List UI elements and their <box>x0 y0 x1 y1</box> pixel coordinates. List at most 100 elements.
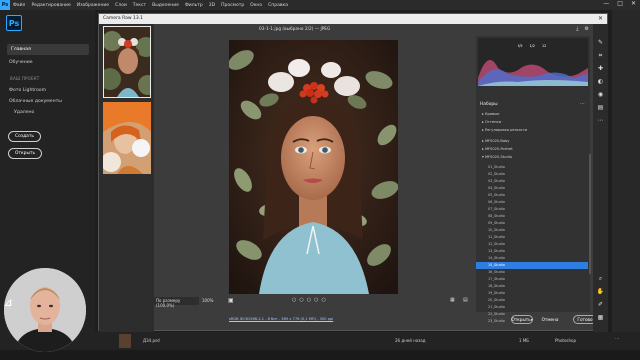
preset-item[interactable]: 06_Studio <box>476 199 588 206</box>
channel-logo-icon: ⊿ <box>4 298 13 309</box>
scrollbar[interactable] <box>589 154 591 274</box>
preset-item[interactable]: 02_Studio <box>476 171 588 178</box>
image-preview[interactable] <box>229 40 398 294</box>
presets-icon[interactable]: ▤ <box>596 103 605 112</box>
preset-item[interactable]: 10_Studio <box>476 227 588 234</box>
close-icon[interactable]: ✕ <box>631 0 636 7</box>
preset-item[interactable]: 20_Studio <box>476 297 588 304</box>
crop-icon[interactable]: ⌗ <box>596 51 605 60</box>
menu-item[interactable]: Слои <box>112 3 130 8</box>
camera-raw-dialog: Camera Raw 13.1 ✕ 03-1-1.jpg (выбрано 2/… <box>98 13 608 332</box>
preset-item[interactable]: 08_Studio <box>476 213 588 220</box>
sampler-icon[interactable]: ✐ <box>596 300 605 309</box>
preset-item[interactable]: 07_Studio <box>476 206 588 213</box>
menu-item[interactable]: Справка <box>265 3 291 8</box>
hand-icon[interactable]: ✋ <box>596 287 605 296</box>
compare-view-icon[interactable]: ▣ <box>228 297 234 304</box>
recent-files-bar: Д34.psd 26 дней назад 1 МБ Photoshop ⋯ <box>95 332 640 350</box>
file-thumbnail[interactable] <box>119 334 131 348</box>
red-eye-icon[interactable]: ◉ <box>596 90 605 99</box>
preset-item[interactable]: 04_Studio <box>476 185 588 192</box>
preset-item[interactable]: 09_Studio <box>476 220 588 227</box>
menu-item[interactable]: Окно <box>247 3 265 8</box>
minimize-icon[interactable]: — <box>603 0 609 7</box>
save-icon[interactable]: ⤓ <box>576 26 578 32</box>
more-icon[interactable]: ⋯ <box>596 116 605 125</box>
histogram: f/5 1/2 12 <box>478 38 588 86</box>
file-title: 03-1-1.jpg (выбрано 2/2) — JPEG <box>259 27 331 32</box>
menu-item[interactable]: Просмотр <box>218 3 247 8</box>
preset-item[interactable]: 01_Studio <box>476 164 588 171</box>
preset-item[interactable]: 17_Studio <box>476 276 588 283</box>
zoom-select[interactable]: По размеру (100,0%) <box>154 297 199 308</box>
menu-bar: Ps Файл Редактирование Изображение Слои Текс… <box>0 0 640 10</box>
preset-group[interactable]: ▸ Регулировка резкости <box>482 128 527 132</box>
preset-group[interactable]: ▸ Кривые <box>482 112 499 116</box>
preset-item[interactable]: 16_Studio <box>476 269 588 276</box>
preset-item[interactable]: 14_Studio <box>476 255 588 262</box>
zoom-icon[interactable]: ⌕ <box>596 274 605 283</box>
preset-item[interactable]: 13_Studio <box>476 248 588 255</box>
menu-item[interactable]: Изображение <box>74 3 112 8</box>
image-info-link[interactable]: sRGB IEC61966-2.1 - 8 бит - 369 x 776 (0… <box>229 317 333 321</box>
zoom-value[interactable]: 100% <box>202 298 213 303</box>
menu-item[interactable]: Фильтр <box>182 3 206 8</box>
preset-item[interactable]: 18_Studio <box>476 283 588 290</box>
close-icon[interactable]: ✕ <box>598 15 603 22</box>
portrait-photo <box>229 40 398 294</box>
preset-group[interactable]: ▾ MFS020-Studio <box>482 155 512 159</box>
preset-group[interactable]: ▸ Оттенки <box>482 120 501 124</box>
thumbnail-2[interactable] <box>103 102 151 174</box>
preset-item[interactable]: 19_Studio <box>476 290 588 297</box>
open-button[interactable]: Открыть <box>8 148 43 159</box>
top-toolbar: ⤓ ⚙ <box>576 26 589 32</box>
right-panel-strip <box>612 10 640 350</box>
file-type: Photoshop <box>555 338 577 343</box>
preset-item[interactable]: 11_Studio <box>476 234 588 241</box>
preset-group[interactable]: ▸ MFS020-Portret <box>482 147 513 151</box>
more-options-icon[interactable]: ⋯ <box>580 101 585 107</box>
menu-item[interactable]: Редактирование <box>28 3 73 8</box>
maximize-icon[interactable]: □ <box>617 0 623 7</box>
toggle-view-icon[interactable]: ▤ <box>463 297 468 303</box>
menu-item[interactable]: 3D <box>206 3 218 8</box>
sidebar-item-learn[interactable]: Обучение <box>9 60 33 65</box>
menu-item[interactable]: Текст <box>130 3 149 8</box>
preset-item[interactable]: 23_Studio <box>476 318 588 325</box>
healing-icon[interactable]: ✚ <box>596 64 605 73</box>
filmstrip <box>99 24 154 332</box>
presenter-video <box>4 268 86 352</box>
thumbnail-1[interactable] <box>103 26 151 98</box>
preset-item[interactable]: 15_Studio <box>476 262 588 269</box>
photoshop-app-icon: Ps <box>0 0 10 10</box>
presets-panel: f/5 1/2 12 Наборы ⋯ ▸ Кривые ▸ Оттенки ▸ Р… <box>476 36 591 323</box>
file-size: 1 МБ <box>519 338 530 343</box>
sidebar-item-label: Главная <box>11 47 31 52</box>
preset-item[interactable]: 05_Studio <box>476 192 588 199</box>
preset-item[interactable]: 22_Studio <box>476 311 588 318</box>
gear-icon[interactable]: ⚙ <box>585 26 589 32</box>
recent-file-name[interactable]: Д34.psd <box>143 338 160 343</box>
sidebar-item-deleted[interactable]: Удалено <box>14 110 34 115</box>
shutter-value: 1/2 <box>529 44 535 48</box>
bottom-strip <box>0 350 640 360</box>
window-controls: — □ ✕ <box>603 0 636 7</box>
sidebar-item-home[interactable]: Главная <box>7 44 89 55</box>
mask-icon[interactable]: ◐ <box>596 77 605 86</box>
edit-icon[interactable]: ✎ <box>596 38 605 47</box>
portrait-thumbnail-image <box>103 102 151 174</box>
iso-value: 12 <box>541 44 547 48</box>
create-button[interactable]: Создать <box>8 131 41 142</box>
preset-item[interactable]: 12_Studio <box>476 241 588 248</box>
rating-stars-icon[interactable]: ○○○○○ <box>292 297 329 303</box>
before-after-icon[interactable]: ▦ <box>450 297 455 303</box>
more-options-icon[interactable]: ⋯ <box>615 336 619 341</box>
preset-group[interactable]: ▸ MFS020-Baby <box>482 139 509 143</box>
menu-item[interactable]: Выделение <box>149 3 182 8</box>
preset-item[interactable]: 03_Studio <box>476 178 588 185</box>
sidebar-item-cloud-documents[interactable]: Облачные документы <box>9 99 62 104</box>
preset-item[interactable]: 21_Studio <box>476 304 588 311</box>
grid-icon[interactable]: ▦ <box>596 313 605 322</box>
menu-item[interactable]: Файл <box>10 3 28 8</box>
sidebar-item-lightroom-photos[interactable]: Фото Lightroom <box>9 88 46 93</box>
